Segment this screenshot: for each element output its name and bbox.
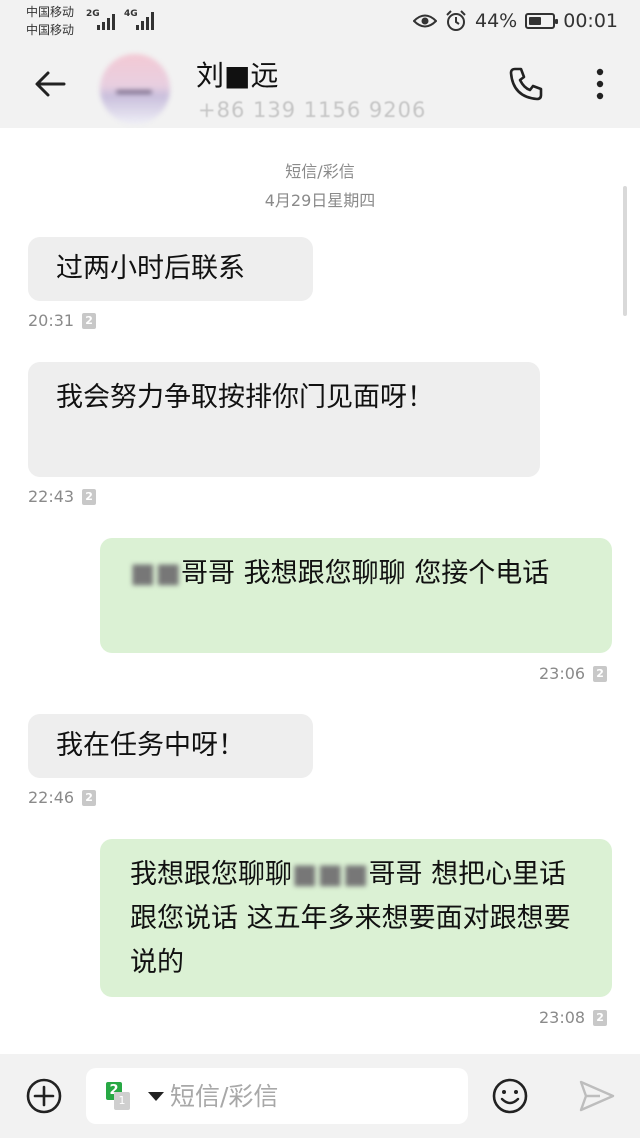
avatar[interactable] [100,54,170,124]
message-text: 我会努力争取按排你门见面呀！ [56,382,434,413]
status-bar: 中国移动 中国移动 2G 4G 44% 00:01 [0,0,640,42]
sim-card-icon: 2 [82,312,97,329]
message-time: 22:43 [28,487,75,506]
phone-icon[interactable] [506,64,546,104]
message-time: 22:46 [28,788,75,807]
message-time: 23:08 [539,1008,586,1027]
message-meta: 22:46 2 [28,788,97,807]
channel-label: 短信/彩信 [285,162,355,181]
battery-percent: 44% [475,10,518,32]
sim-card-icon: 2 [593,665,608,682]
message-meta: 20:31 2 [28,311,97,330]
compose-field[interactable]: 2 1 [86,1068,468,1124]
more-vertical-icon[interactable] [584,64,616,104]
compose-bar: 2 1 [0,1054,640,1138]
message-bubble-outgoing[interactable]: 我想跟您聊聊■■■哥哥 想把心里话跟您说话 这五年多来想要面对跟想要说的 [100,839,612,997]
carrier-2-label: 中国移动 [26,23,75,37]
message-bubble-outgoing[interactable]: ■■哥哥 我想跟您聊聊 您接个电话 [100,538,612,653]
redacted-text: ■■ [130,558,182,589]
sim-card-icon: 2 [593,1009,608,1026]
chevron-down-icon[interactable] [148,1092,164,1101]
redacted-text: ■■■ [292,859,369,890]
date-label: 4月29日星期四 [264,191,376,210]
message-text: 我想跟您聊聊 [130,859,292,890]
battery-icon [525,13,559,29]
sim-card-icon: 2 [82,789,97,806]
contact-number: +86 139 1156 9206 [198,98,427,122]
message-time: 23:06 [539,664,586,683]
message-text: 哥哥 我想跟您聊聊 您接个电话 [181,558,550,589]
carrier-1-label: 中国移动 [26,5,75,19]
message-text: 过两小时后联系 [56,253,245,284]
emoji-icon[interactable] [490,1076,530,1116]
message-meta: 22:43 2 [28,487,97,506]
message-input[interactable] [170,1076,450,1116]
send-icon[interactable] [578,1078,616,1114]
alarm-icon [446,10,466,31]
message-bubble-incoming[interactable]: 我会努力争取按排你门见面呀！ [28,362,540,477]
message-meta: 23:08 2 [539,1008,608,1027]
scrollbar-thumb[interactable] [623,186,627,316]
message-meta: 23:06 2 [539,664,608,683]
message-bubble-incoming[interactable]: 我在任务中呀！ [28,714,313,778]
back-arrow-icon[interactable] [30,64,70,104]
message-time: 20:31 [28,311,75,330]
sim-switch-icon[interactable]: 2 1 [106,1082,130,1110]
signal-bars-1-icon [97,14,115,30]
add-circle-icon[interactable] [24,1076,64,1116]
clock: 00:01 [563,10,618,32]
sim-card-icon: 2 [82,488,97,505]
conversation-header: 刘■远 +86 139 1156 9206 [0,42,640,128]
inactive-sim-label: 1 [114,1092,130,1110]
eye-icon [413,14,437,28]
message-bubble-incoming[interactable]: 过两小时后联系 [28,237,313,301]
message-text: 我在任务中呀！ [56,730,245,761]
message-thread[interactable]: 短信/彩信 4月29日星期四 过两小时后联系 20:31 2 我会努力争取按排你… [0,128,640,1054]
contact-name: 刘■远 [196,59,279,92]
signal-bars-2-icon [136,12,154,30]
